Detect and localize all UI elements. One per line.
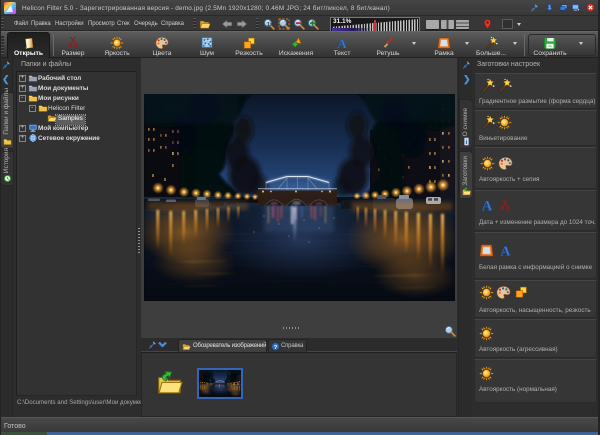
svg-text:1:1: 1:1 [267, 22, 274, 28]
